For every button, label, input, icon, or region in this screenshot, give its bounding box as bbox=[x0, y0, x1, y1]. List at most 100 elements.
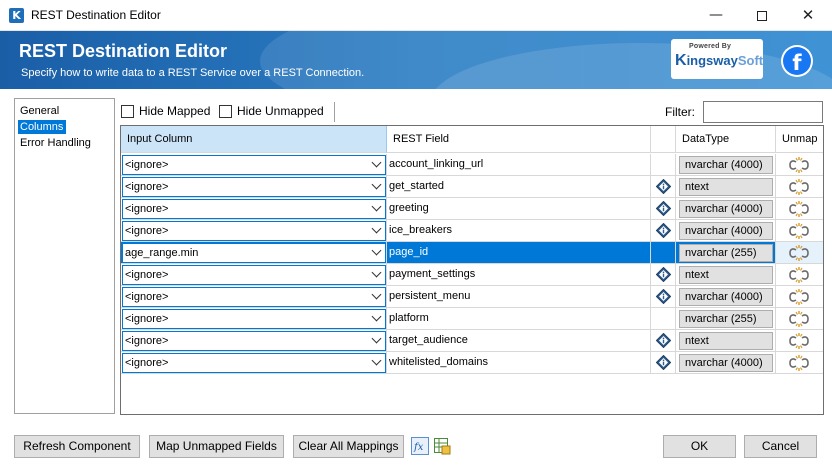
data-type-button[interactable]: ntext bbox=[679, 266, 773, 284]
table-row[interactable]: age_range.min page_id nvarchar (255) bbox=[121, 242, 823, 264]
input-column-dropdown[interactable]: <ignore> bbox=[122, 331, 386, 351]
close-button[interactable]: ✕ bbox=[785, 0, 831, 31]
chevron-down-icon[interactable] bbox=[371, 355, 382, 366]
maximize-button[interactable] bbox=[739, 0, 785, 31]
input-column-dropdown[interactable]: <ignore> bbox=[122, 287, 386, 307]
table-row[interactable]: <ignore> account_linking_url nvarchar (400… bbox=[121, 154, 823, 176]
rest-field-cell: get_started bbox=[387, 176, 651, 197]
info-diamond-icon[interactable] bbox=[656, 223, 671, 238]
unmap-cell bbox=[776, 176, 823, 197]
hide-mapped-label[interactable]: Hide Mapped bbox=[139, 104, 210, 118]
chevron-down-icon[interactable] bbox=[371, 333, 382, 344]
unmap-icon[interactable] bbox=[787, 310, 811, 328]
refresh-component-button[interactable]: Refresh Component bbox=[14, 435, 140, 458]
maximize-icon bbox=[757, 10, 767, 21]
unmap-cell bbox=[776, 154, 823, 175]
input-column-dropdown[interactable]: <ignore> bbox=[122, 265, 386, 285]
map-unmapped-fields-button[interactable]: Map Unmapped Fields bbox=[149, 435, 284, 458]
info-diamond-icon[interactable] bbox=[656, 333, 671, 348]
data-type-button[interactable]: nvarchar (4000) bbox=[679, 200, 773, 218]
data-type-button[interactable]: ntext bbox=[679, 332, 773, 350]
minimize-button[interactable]: — bbox=[693, 0, 739, 31]
nav-item-columns[interactable]: Columns bbox=[18, 120, 67, 134]
info-cell bbox=[651, 176, 676, 197]
chevron-down-icon[interactable] bbox=[371, 179, 382, 190]
input-column-dropdown[interactable]: <ignore> bbox=[122, 155, 386, 175]
info-cell bbox=[651, 264, 676, 285]
input-column-cell: <ignore> bbox=[121, 198, 387, 219]
input-column-dropdown[interactable]: age_range.min bbox=[122, 243, 386, 263]
data-type-button[interactable]: nvarchar (4000) bbox=[679, 354, 773, 372]
nav-item-general[interactable]: General bbox=[18, 104, 62, 118]
chevron-down-icon[interactable] bbox=[371, 311, 382, 322]
table-row[interactable]: <ignore> platform nvarchar (255) bbox=[121, 308, 823, 330]
hide-unmapped-checkbox[interactable] bbox=[219, 105, 232, 118]
chevron-down-icon[interactable] bbox=[371, 157, 382, 168]
unmap-icon[interactable] bbox=[787, 288, 811, 306]
fx-icon[interactable]: fx bbox=[411, 437, 429, 455]
window-title: REST Destination Editor bbox=[31, 8, 161, 22]
chevron-down-icon[interactable] bbox=[371, 267, 382, 278]
clear-all-mappings-button[interactable]: Clear All Mappings bbox=[293, 435, 404, 458]
data-type-button[interactable]: nvarchar (4000) bbox=[679, 156, 773, 174]
data-type-button[interactable]: nvarchar (255) bbox=[679, 244, 773, 262]
rest-field-cell: persistent_menu bbox=[387, 286, 651, 307]
table-row[interactable]: <ignore> persistent_menu nvarchar (4000) bbox=[121, 286, 823, 308]
data-type-button[interactable]: ntext bbox=[679, 178, 773, 196]
header-unmap[interactable]: Unmap bbox=[776, 126, 823, 153]
header-data-type[interactable]: DataType bbox=[676, 126, 776, 153]
data-type-cell: nvarchar (255) bbox=[676, 242, 776, 263]
hide-unmapped-label[interactable]: Hide Unmapped bbox=[237, 104, 324, 118]
unmap-cell bbox=[776, 308, 823, 329]
table-row[interactable]: <ignore> payment_settings ntext bbox=[121, 264, 823, 286]
ok-button[interactable]: OK bbox=[663, 435, 736, 458]
info-diamond-icon[interactable] bbox=[656, 267, 671, 282]
input-column-dropdown[interactable]: <ignore> bbox=[122, 309, 386, 329]
hide-mapped-checkbox[interactable] bbox=[121, 105, 134, 118]
table-row[interactable]: <ignore> whitelisted_domains nvarchar (400… bbox=[121, 352, 823, 374]
unmap-cell bbox=[776, 264, 823, 285]
chevron-down-icon[interactable] bbox=[371, 245, 382, 256]
unmap-icon[interactable] bbox=[787, 266, 811, 284]
unmap-icon[interactable] bbox=[787, 222, 811, 240]
unmap-icon[interactable] bbox=[787, 178, 811, 196]
info-cell bbox=[651, 242, 676, 263]
nav-item-error-handling[interactable]: Error Handling bbox=[18, 136, 94, 150]
input-column-dropdown[interactable]: <ignore> bbox=[122, 177, 386, 197]
data-type-cell: nvarchar (4000) bbox=[676, 220, 776, 241]
header-info bbox=[651, 126, 676, 153]
data-type-button[interactable]: nvarchar (4000) bbox=[679, 288, 773, 306]
info-diamond-icon[interactable] bbox=[656, 289, 671, 304]
table-row[interactable]: <ignore> ice_breakers nvarchar (4000) bbox=[121, 220, 823, 242]
unmap-icon[interactable] bbox=[787, 156, 811, 174]
header-rest-field[interactable]: REST Field bbox=[387, 126, 651, 153]
chevron-down-icon[interactable] bbox=[371, 289, 382, 300]
table-row[interactable]: <ignore> get_started ntext bbox=[121, 176, 823, 198]
unmap-icon[interactable] bbox=[787, 200, 811, 218]
chevron-down-icon[interactable] bbox=[371, 223, 382, 234]
header-input-column[interactable]: Input Column bbox=[121, 126, 387, 153]
data-type-button[interactable]: nvarchar (4000) bbox=[679, 222, 773, 240]
input-column-cell: <ignore> bbox=[121, 286, 387, 307]
unmap-icon[interactable] bbox=[787, 244, 811, 262]
input-column-value: <ignore> bbox=[125, 313, 169, 325]
data-type-button[interactable]: nvarchar (255) bbox=[679, 310, 773, 328]
rest-field-cell: greeting bbox=[387, 198, 651, 219]
table-row[interactable]: <ignore> target_audience ntext bbox=[121, 330, 823, 352]
input-column-dropdown[interactable]: <ignore> bbox=[122, 353, 386, 373]
info-diamond-icon[interactable] bbox=[656, 179, 671, 194]
unmap-icon[interactable] bbox=[787, 354, 811, 372]
unmap-icon[interactable] bbox=[787, 332, 811, 350]
toolbar-separator bbox=[334, 102, 335, 122]
column-mapping-grid: Input Column REST Field DataType Unmap <… bbox=[120, 125, 824, 415]
info-diamond-icon[interactable] bbox=[656, 201, 671, 216]
chevron-down-icon[interactable] bbox=[371, 201, 382, 212]
data-type-cell: nvarchar (4000) bbox=[676, 352, 776, 373]
filter-input[interactable] bbox=[703, 101, 823, 123]
info-diamond-icon[interactable] bbox=[656, 355, 671, 370]
table-row[interactable]: <ignore> greeting nvarchar (4000) bbox=[121, 198, 823, 220]
input-column-dropdown[interactable]: <ignore> bbox=[122, 221, 386, 241]
grid-settings-icon[interactable] bbox=[433, 437, 451, 455]
input-column-dropdown[interactable]: <ignore> bbox=[122, 199, 386, 219]
cancel-button[interactable]: Cancel bbox=[744, 435, 817, 458]
